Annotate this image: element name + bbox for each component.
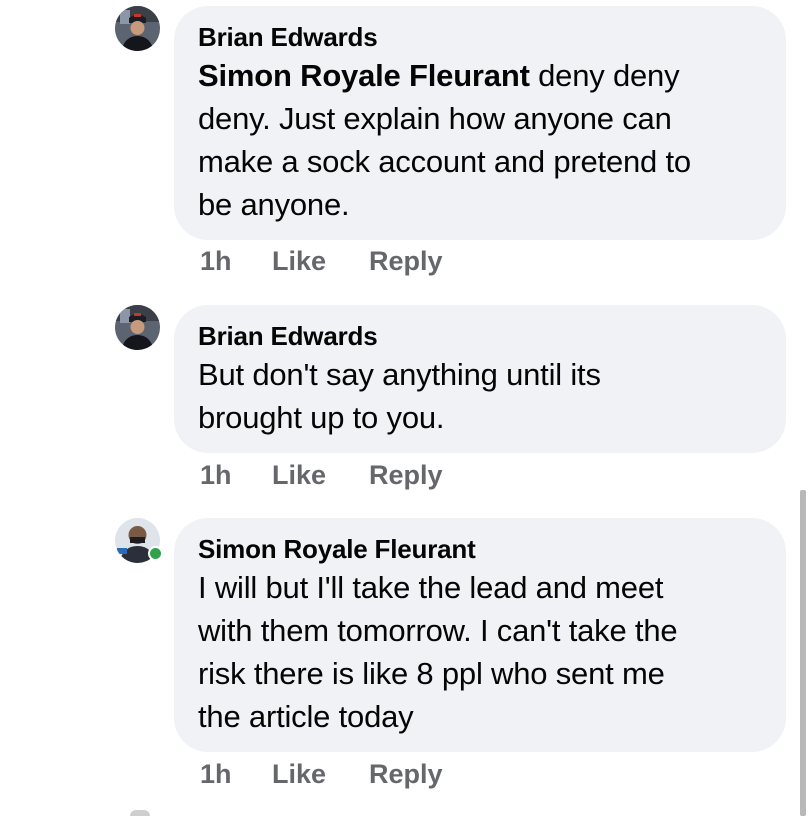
scrollbar[interactable]: [800, 490, 806, 816]
reply-button[interactable]: Reply: [369, 460, 443, 491]
avatar-brian-edwards[interactable]: [115, 305, 160, 350]
comment-line: brought up to you.: [198, 400, 445, 435]
like-button[interactable]: Like: [272, 246, 369, 277]
comment-actions: 1h Like Reply: [200, 460, 443, 491]
like-button[interactable]: Like: [272, 460, 369, 491]
comment-actions: 1h Like Reply: [200, 759, 443, 790]
comment-line: But don't say anything until its: [198, 357, 601, 392]
comment-author[interactable]: Simon Royale Fleurant: [198, 532, 762, 566]
comment-author[interactable]: Brian Edwards: [198, 319, 762, 353]
comment-bubble: Brian Edwards Simon Royale Fleurant deny…: [174, 6, 786, 240]
reply-button[interactable]: Reply: [369, 246, 443, 277]
comment-actions: 1h Like Reply: [200, 246, 443, 277]
next-comment-avatar-peek: [130, 810, 150, 816]
comment-timestamp[interactable]: 1h: [200, 246, 272, 277]
comment-line: make a sock account and pretend to: [198, 144, 691, 179]
comment-line: with them tomorrow. I can't take the: [198, 613, 678, 648]
like-button[interactable]: Like: [272, 759, 369, 790]
comment-line: be anyone.: [198, 187, 350, 222]
profile-photo-icon: [115, 6, 160, 51]
comment-text: But don't say anything until its brought…: [198, 353, 762, 439]
avatar-brian-edwards[interactable]: [115, 6, 160, 51]
mention-link[interactable]: Simon Royale Fleurant: [198, 58, 530, 93]
comment-bubble: Simon Royale Fleurant I will but I'll ta…: [174, 518, 786, 752]
comment-line: deny deny: [538, 58, 680, 93]
comment-timestamp[interactable]: 1h: [200, 759, 272, 790]
comment-line: the article today: [198, 699, 414, 734]
comment-line: I will but I'll take the lead and meet: [198, 570, 664, 605]
comment-text: Simon Royale Fleurant deny deny deny. Ju…: [198, 54, 762, 226]
comment-bubble: Brian Edwards But don't say anything unt…: [174, 305, 786, 453]
comment-author[interactable]: Brian Edwards: [198, 20, 762, 54]
comment-line: risk there is like 8 ppl who sent me: [198, 656, 665, 691]
comment-line: deny. Just explain how anyone can: [198, 101, 672, 136]
profile-photo-icon: [115, 305, 160, 350]
comment-timestamp[interactable]: 1h: [200, 460, 272, 491]
comment-text: I will but I'll take the lead and meet w…: [198, 566, 762, 738]
reply-button[interactable]: Reply: [369, 759, 443, 790]
avatar-simon-royale-fleurant[interactable]: [115, 518, 163, 563]
online-status-icon: [148, 546, 163, 561]
